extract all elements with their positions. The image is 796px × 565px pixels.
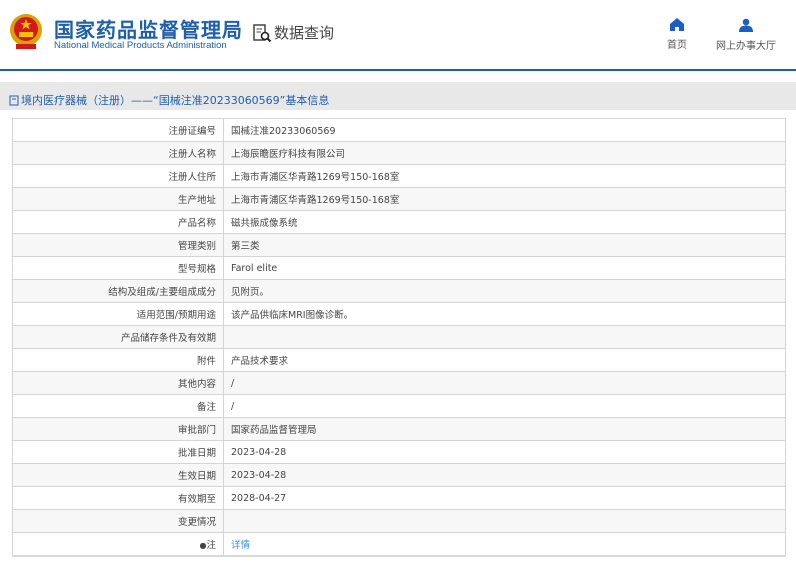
site-title[interactable]: 国家药品监督管理局 [54,14,243,43]
field-label: 产品储存条件及有效期 [12,325,224,349]
field-value: 2023-04-28 [223,463,786,487]
field-label: 备注 [12,394,224,418]
data-query-label: 数据查询 [252,22,334,43]
field-value: 产品技术要求 [223,348,786,372]
field-value: / [223,394,786,418]
nav-home-label: 首页 [667,40,687,51]
table-row: 有效期至 2028-04-27 [12,486,786,510]
nav-home[interactable]: 首页 [667,18,687,51]
table-row: 型号规格 Farol elite [12,256,786,280]
detail-table: 注册证编号 国械注准20233060569 注册人名称 上海辰瞻医疗科技有限公司 注册人… [12,118,786,557]
field-value: 上海市青浦区华青路1269号150-168室 [223,187,786,211]
field-value: 2023-04-28 [223,440,786,464]
table-row: 注册证编号 国械注准20233060569 [12,118,786,142]
table-row: 生产地址 上海市青浦区华青路1269号150-168室 [12,187,786,211]
table-row: 批准日期 2023-04-28 [12,440,786,464]
table-row: 其他内容 / [12,371,786,395]
field-value: 见附页。 [223,279,786,303]
table-row: 注册人住所 上海市青浦区华青路1269号150-168室 [12,164,786,188]
nav-online-hall-label: 网上办事大厅 [716,41,776,52]
table-row: 适用范围/预期用途 该产品供临床MRI图像诊断。 [12,302,786,326]
table-row: 结构及组成/主要组成成分 见附页。 [12,279,786,303]
table-row: 变更情况 [12,509,786,533]
field-label: 生效日期 [12,463,224,487]
field-label: 注册人住所 [12,164,224,188]
field-value: 上海市青浦区华青路1269号150-168室 [223,164,786,188]
table-row: 产品名称 磁共振成像系统 [12,210,786,234]
national-emblem-icon [10,14,42,49]
field-label: 注册证编号 [12,118,224,142]
table-row: 产品储存条件及有效期 [12,325,786,349]
breadcrumb: 境内医疗器械（注册）——“国械注准20233060569”基本信息 [0,82,796,110]
field-value: 上海辰瞻医疗科技有限公司 [223,141,786,165]
site-header: 国家药品监督管理局 National Medical Products Admi… [0,0,796,71]
field-label: 其他内容 [12,371,224,395]
field-label: 附件 [12,348,224,372]
field-value: Farol elite [223,256,786,280]
table-row: 附件 产品技术要求 [12,348,786,372]
field-value: 第三类 [223,233,786,257]
field-label: 产品名称 [12,210,224,234]
user-icon [739,18,753,32]
field-value [223,509,786,533]
field-label: 型号规格 [12,256,224,280]
table-row: 管理类别 第三类 [12,233,786,257]
field-value: / [223,371,786,395]
field-label: 生产地址 [12,187,224,211]
field-value: 磁共振成像系统 [223,210,786,234]
field-value [223,325,786,349]
document-search-icon [253,23,272,42]
field-label: 注册人名称 [12,141,224,165]
site-subtitle: National Medical Products Administration [54,40,227,51]
field-label: 变更情况 [12,509,224,533]
field-value: 2028-04-27 [223,486,786,510]
field-label: 批准日期 [12,440,224,464]
nav-online-hall[interactable]: 网上办事大厅 [716,18,776,52]
table-row: 备注 / [12,394,786,418]
field-label: 适用范围/预期用途 [12,302,224,326]
field-label: 审批部门 [12,417,224,441]
field-value: 该产品供临床MRI图像诊断。 [223,302,786,326]
field-label: 结构及组成/主要组成成分 [12,279,224,303]
table-row: 审批部门 国家药品监督管理局 [12,417,786,441]
breadcrumb-text: 境内医疗器械（注册）——“国械注准20233060569”基本信息 [21,94,330,107]
field-label: 管理类别 [12,233,224,257]
details-link[interactable]: 详情 [231,540,250,551]
data-query-text: 数据查询 [274,24,335,42]
table-row: 生效日期 2023-04-28 [12,463,786,487]
table-row: ●注 详情 [12,532,786,556]
home-icon [670,18,684,31]
table-row: 注册人名称 上海辰瞻医疗科技有限公司 [12,141,786,165]
document-icon [9,95,19,105]
field-label: 有效期至 [12,486,224,510]
field-label: ●注 [12,532,224,556]
field-value: 国家药品监督管理局 [223,417,786,441]
field-value: 国械注准20233060569 [223,118,786,142]
